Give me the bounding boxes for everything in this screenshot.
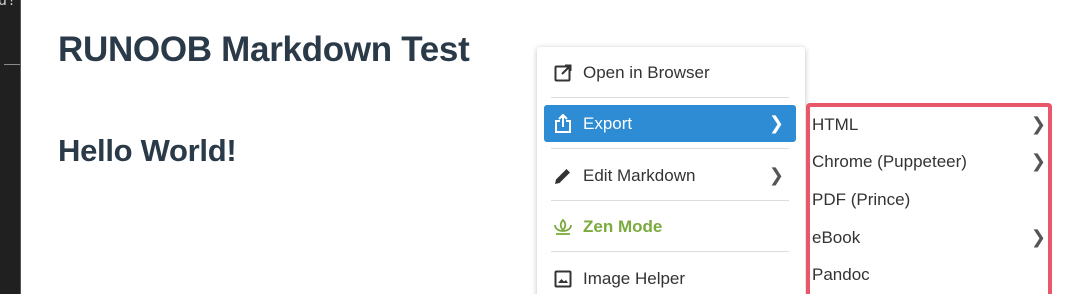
share-export-icon (553, 113, 573, 134)
editor-pane[interactable]: d! (0, 0, 21, 294)
editor-divider (4, 64, 20, 65)
submenu-item-label: Pandoc (812, 265, 870, 284)
pencil-icon (553, 166, 573, 186)
chevron-right-icon: ❯ (1030, 227, 1046, 247)
menu-item-label: Open in Browser (583, 62, 710, 82)
submenu-item-pdf-prince[interactable]: PDF (Prince) (812, 185, 1048, 215)
submenu-item-pandoc[interactable]: Pandoc (812, 260, 1048, 290)
image-icon (553, 269, 573, 289)
menu-item-image-helper[interactable]: Image Helper (544, 260, 796, 294)
menu-item-label: Zen Mode (583, 216, 663, 236)
submenu-item-chrome-puppeteer[interactable]: Chrome (Puppeteer) ❯ (812, 147, 1048, 177)
chevron-right-icon: ❯ (768, 113, 784, 133)
menu-item-label: Image Helper (583, 268, 686, 288)
chevron-right-icon: ❯ (1030, 151, 1046, 171)
menu-item-zen-mode[interactable]: Zen Mode (544, 208, 796, 245)
menu-separator (551, 148, 789, 149)
submenu-item-ebook[interactable]: eBook ❯ (812, 223, 1048, 253)
chevron-right-icon: ❯ (768, 165, 784, 185)
open-external-icon (553, 63, 573, 83)
menu-item-open-in-browser[interactable]: Open in Browser (544, 54, 796, 91)
menu-separator (551, 97, 789, 98)
lotus-icon (553, 217, 573, 237)
preview-heading-2: Hello World! (58, 133, 237, 168)
menu-item-label: Edit Markdown (583, 165, 696, 185)
menu-item-export[interactable]: Export ❯ (544, 105, 796, 142)
context-menu: Open in Browser Export ❯ Edit Markdown ❯… (537, 47, 805, 294)
menu-item-label: Export (583, 113, 633, 133)
preview-heading-1: RUNOOB Markdown Test (58, 30, 470, 69)
menu-item-edit-markdown[interactable]: Edit Markdown ❯ (544, 157, 796, 194)
submenu-item-label: HTML (812, 115, 859, 134)
export-submenu: HTML ❯ Chrome (Puppeteer) ❯ PDF (Prince)… (806, 103, 1052, 294)
submenu-item-html[interactable]: HTML ❯ (812, 110, 1048, 140)
menu-separator (551, 251, 789, 252)
submenu-item-label: Chrome (Puppeteer) (812, 152, 967, 171)
submenu-item-label: eBook (812, 228, 861, 247)
menu-separator (551, 200, 789, 201)
submenu-item-label: PDF (Prince) (812, 190, 911, 209)
chevron-right-icon: ❯ (1030, 114, 1046, 134)
editor-text: d! (0, 0, 17, 9)
